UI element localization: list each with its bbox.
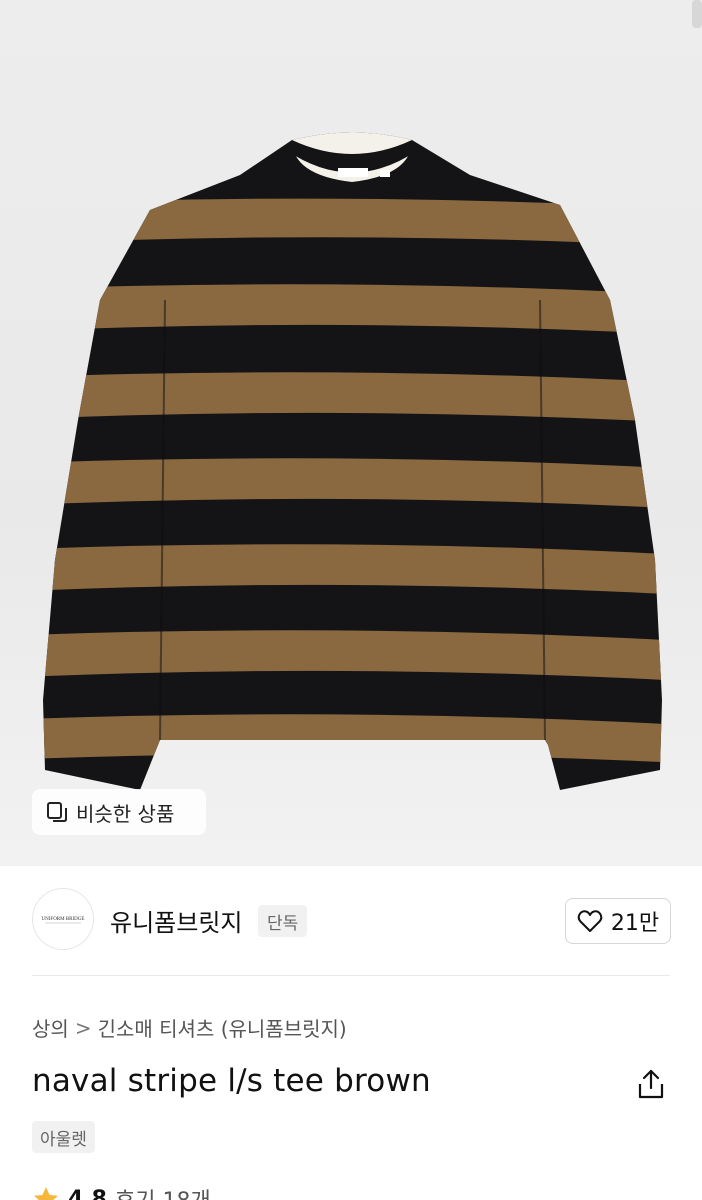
share-icon[interactable] xyxy=(636,1068,666,1100)
svg-text:UNIFORM BRIDGE: UNIFORM BRIDGE xyxy=(42,917,85,922)
exclusive-badge: 단독 xyxy=(258,905,308,937)
product-image-area[interactable]: 비슷한 상품 xyxy=(0,0,702,866)
review-count[interactable]: 후기 18개 xyxy=(115,1183,211,1200)
product-title: naval stripe l/s tee brown xyxy=(32,1063,431,1099)
outlet-badge: 아울렛 xyxy=(32,1121,95,1153)
breadcrumb-category[interactable]: 상의 xyxy=(32,1013,69,1042)
divider xyxy=(32,975,670,976)
rating-row[interactable]: 4.8 후기 18개 xyxy=(32,1183,211,1200)
breadcrumb: 상의 > 긴소매 티셔츠 (유니폼브릿지) xyxy=(32,1013,347,1042)
brand-logo-mark: UNIFORM BRIDGE xyxy=(42,917,85,924)
breadcrumb-subcategory[interactable]: 긴소매 티셔츠 (유니폼브릿지) xyxy=(98,1013,347,1042)
similar-items-icon xyxy=(47,802,67,822)
brand-logo[interactable]: UNIFORM BRIDGE xyxy=(32,888,94,950)
heart-icon xyxy=(577,910,603,932)
star-icon xyxy=(34,1187,58,1200)
breadcrumb-separator: > xyxy=(74,1015,92,1040)
like-count: 21만 xyxy=(610,911,660,936)
like-button[interactable]: 21만 xyxy=(565,898,671,944)
brand-name[interactable]: 유니폼브릿지 xyxy=(110,903,242,938)
scroll-indicator xyxy=(692,0,702,28)
rating-score: 4.8 xyxy=(68,1186,107,1200)
similar-products-button[interactable]: 비슷한 상품 xyxy=(32,789,206,835)
product-image[interactable] xyxy=(0,0,702,866)
similar-products-label: 비슷한 상품 xyxy=(76,801,175,826)
